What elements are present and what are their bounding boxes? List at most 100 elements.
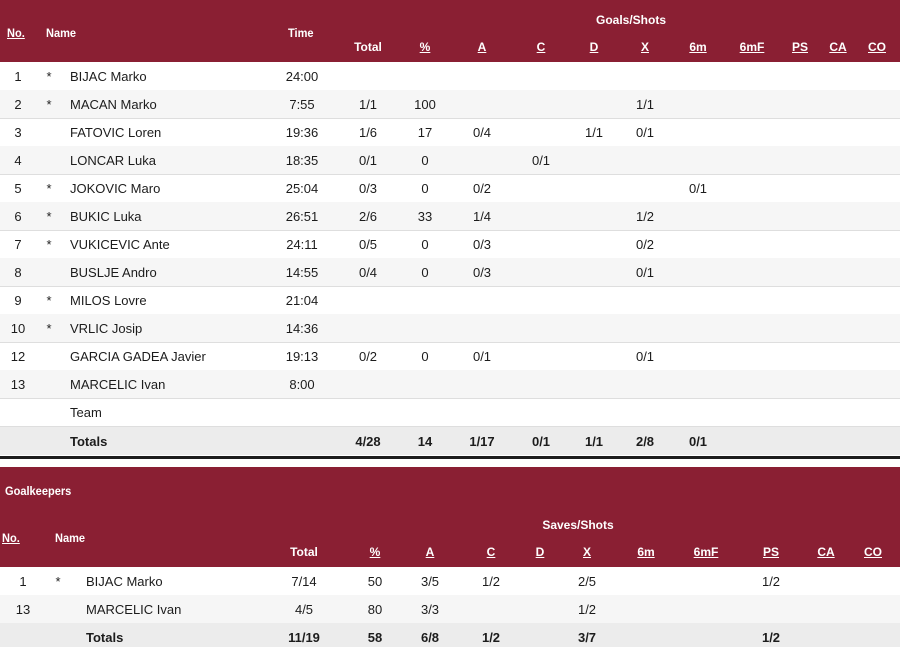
player-number: 12 xyxy=(10,349,26,364)
col-header-time[interactable]: Time xyxy=(288,26,314,40)
player-name[interactable]: MILOS Lovre xyxy=(70,293,147,308)
player-time: 24:00 xyxy=(285,69,319,84)
goals-pct: 100 xyxy=(414,97,436,112)
player-number: 1 xyxy=(14,69,22,84)
player-number: 3 xyxy=(14,125,22,140)
gk-col-header-pct[interactable]: % xyxy=(370,545,381,559)
goals-total: 0/3 xyxy=(358,181,378,196)
goals-pct: 33 xyxy=(417,209,433,224)
col-header-ps[interactable]: PS xyxy=(792,40,808,54)
table-row: 3 FATOVIC Loren 19:36 1/6 17 0/4 1/1 0/1 xyxy=(0,118,900,147)
player-name[interactable]: VUKICEVIC Ante xyxy=(70,237,170,252)
totals-d: 1/1 xyxy=(584,434,604,449)
gk-number: 1 xyxy=(19,574,27,589)
goals-x: 1/1 xyxy=(635,97,655,112)
col-header-c[interactable]: C xyxy=(537,40,546,54)
player-number: 4 xyxy=(14,153,22,168)
table-row: 10 * VRLIC Josip 14:36 xyxy=(0,314,900,343)
player-time: 7:55 xyxy=(289,97,315,112)
table-row: 2 * MACAN Marko 7:55 1/1 100 1/1 xyxy=(0,90,900,119)
col-header-co[interactable]: CO xyxy=(868,40,886,54)
player-name[interactable]: BUSLJE Andro xyxy=(70,265,157,280)
saves-pct: 50 xyxy=(367,574,383,589)
gk-col-header-co[interactable]: CO xyxy=(864,545,882,559)
player-time: 21:04 xyxy=(285,293,319,308)
col-header-6mf[interactable]: 6mF xyxy=(740,40,765,54)
gk-col-header-ca[interactable]: CA xyxy=(817,545,834,559)
goals-total: 2/6 xyxy=(358,209,378,224)
gk-totals-c: 1/2 xyxy=(481,630,501,645)
gk-name[interactable]: MARCELIC Ivan xyxy=(86,602,181,617)
col-header-x[interactable]: X xyxy=(641,40,649,54)
col-header-ca[interactable]: CA xyxy=(829,40,846,54)
col-header-total[interactable]: Total xyxy=(354,40,382,54)
player-number: 8 xyxy=(14,265,22,280)
section-divider xyxy=(0,456,900,459)
totals-a: 1/17 xyxy=(469,434,495,449)
gk-col-header-x[interactable]: X xyxy=(583,545,591,559)
player-name[interactable]: VRLIC Josip xyxy=(70,321,142,336)
saves-total: 4/5 xyxy=(294,602,314,617)
player-name[interactable]: BIJAC Marko xyxy=(70,69,147,84)
gk-col-header-c[interactable]: C xyxy=(487,545,496,559)
goals-total: 0/1 xyxy=(358,153,378,168)
player-name[interactable]: MACAN Marko xyxy=(70,97,157,112)
gk-col-header-name[interactable]: Name xyxy=(55,531,85,545)
gk-col-header-6mf[interactable]: 6mF xyxy=(694,545,719,559)
player-time: 26:51 xyxy=(285,209,319,224)
totals-pct: 14 xyxy=(417,434,433,449)
gk-totals-ps: 1/2 xyxy=(761,630,781,645)
goals-a: 0/3 xyxy=(472,237,492,252)
starter-mark: * xyxy=(46,321,52,336)
totals-label: Totals xyxy=(86,630,124,645)
saves-x: 1/2 xyxy=(577,602,597,617)
team-label: Team xyxy=(70,405,102,420)
goals-x: 0/1 xyxy=(635,265,655,280)
totals-x: 2/8 xyxy=(635,434,655,449)
gk-col-header-6m[interactable]: 6m xyxy=(637,545,654,559)
gk-number: 13 xyxy=(15,602,31,617)
goals-pct: 0 xyxy=(421,237,429,252)
player-name[interactable]: FATOVIC Loren xyxy=(70,125,161,140)
goals-a: 1/4 xyxy=(472,209,492,224)
goalkeepers-totals-row: Totals 11/19 58 6/8 1/2 3/7 1/2 xyxy=(0,623,900,647)
saves-a: 3/3 xyxy=(420,602,440,617)
goals-total: 1/6 xyxy=(358,125,378,140)
player-name[interactable]: LONCAR Luka xyxy=(70,153,156,168)
gk-name[interactable]: BIJAC Marko xyxy=(86,574,163,589)
gk-col-header-d[interactable]: D xyxy=(536,545,545,559)
starter-mark: * xyxy=(46,69,52,84)
gk-col-header-no[interactable]: No. xyxy=(2,531,20,545)
table-row: 9 * MILOS Lovre 21:04 xyxy=(0,286,900,315)
player-name[interactable]: BUKIC Luka xyxy=(70,209,142,224)
table-row: 4 LONCAR Luka 18:35 0/1 0 0/1 xyxy=(0,146,900,175)
table-row: 12 GARCIA GADEA Javier 19:13 0/2 0 0/1 0… xyxy=(0,342,900,371)
player-time: 25:04 xyxy=(285,181,319,196)
player-name[interactable]: JOKOVIC Maro xyxy=(70,181,160,196)
totals-label: Totals xyxy=(70,434,108,449)
gk-totals-x: 3/7 xyxy=(577,630,597,645)
table-row: 8 BUSLJE Andro 14:55 0/4 0 0/3 0/1 xyxy=(0,258,900,287)
player-name[interactable]: MARCELIC Ivan xyxy=(70,377,165,392)
col-header-a[interactable]: A xyxy=(478,40,487,54)
col-header-no[interactable]: No. xyxy=(7,26,25,40)
table-row: 1 * BIJAC Marko 7/14 50 3/5 1/2 2/5 1/2 xyxy=(0,567,900,596)
col-header-pct[interactable]: % xyxy=(420,40,431,54)
gk-col-header-a[interactable]: A xyxy=(426,545,435,559)
col-header-6m[interactable]: 6m xyxy=(689,40,706,54)
player-number: 13 xyxy=(10,377,26,392)
gk-totals-pct: 58 xyxy=(367,630,383,645)
goals-x: 1/2 xyxy=(635,209,655,224)
player-name[interactable]: GARCIA GADEA Javier xyxy=(70,349,206,364)
table-row: 7 * VUKICEVIC Ante 24:11 0/5 0 0/3 0/2 xyxy=(0,230,900,259)
gk-col-header-ps[interactable]: PS xyxy=(763,545,779,559)
goals-6m: 0/1 xyxy=(688,181,708,196)
gk-col-header-total[interactable]: Total xyxy=(290,545,318,559)
col-header-name[interactable]: Name xyxy=(46,26,76,40)
col-header-d[interactable]: D xyxy=(590,40,599,54)
player-number: 5 xyxy=(14,181,22,196)
saves-total: 7/14 xyxy=(291,574,317,589)
goalkeepers-title: Goalkeepers xyxy=(5,484,72,498)
saves-ps: 1/2 xyxy=(761,574,781,589)
players-totals-row: Totals 4/28 14 1/17 0/1 1/1 2/8 0/1 xyxy=(0,427,900,455)
